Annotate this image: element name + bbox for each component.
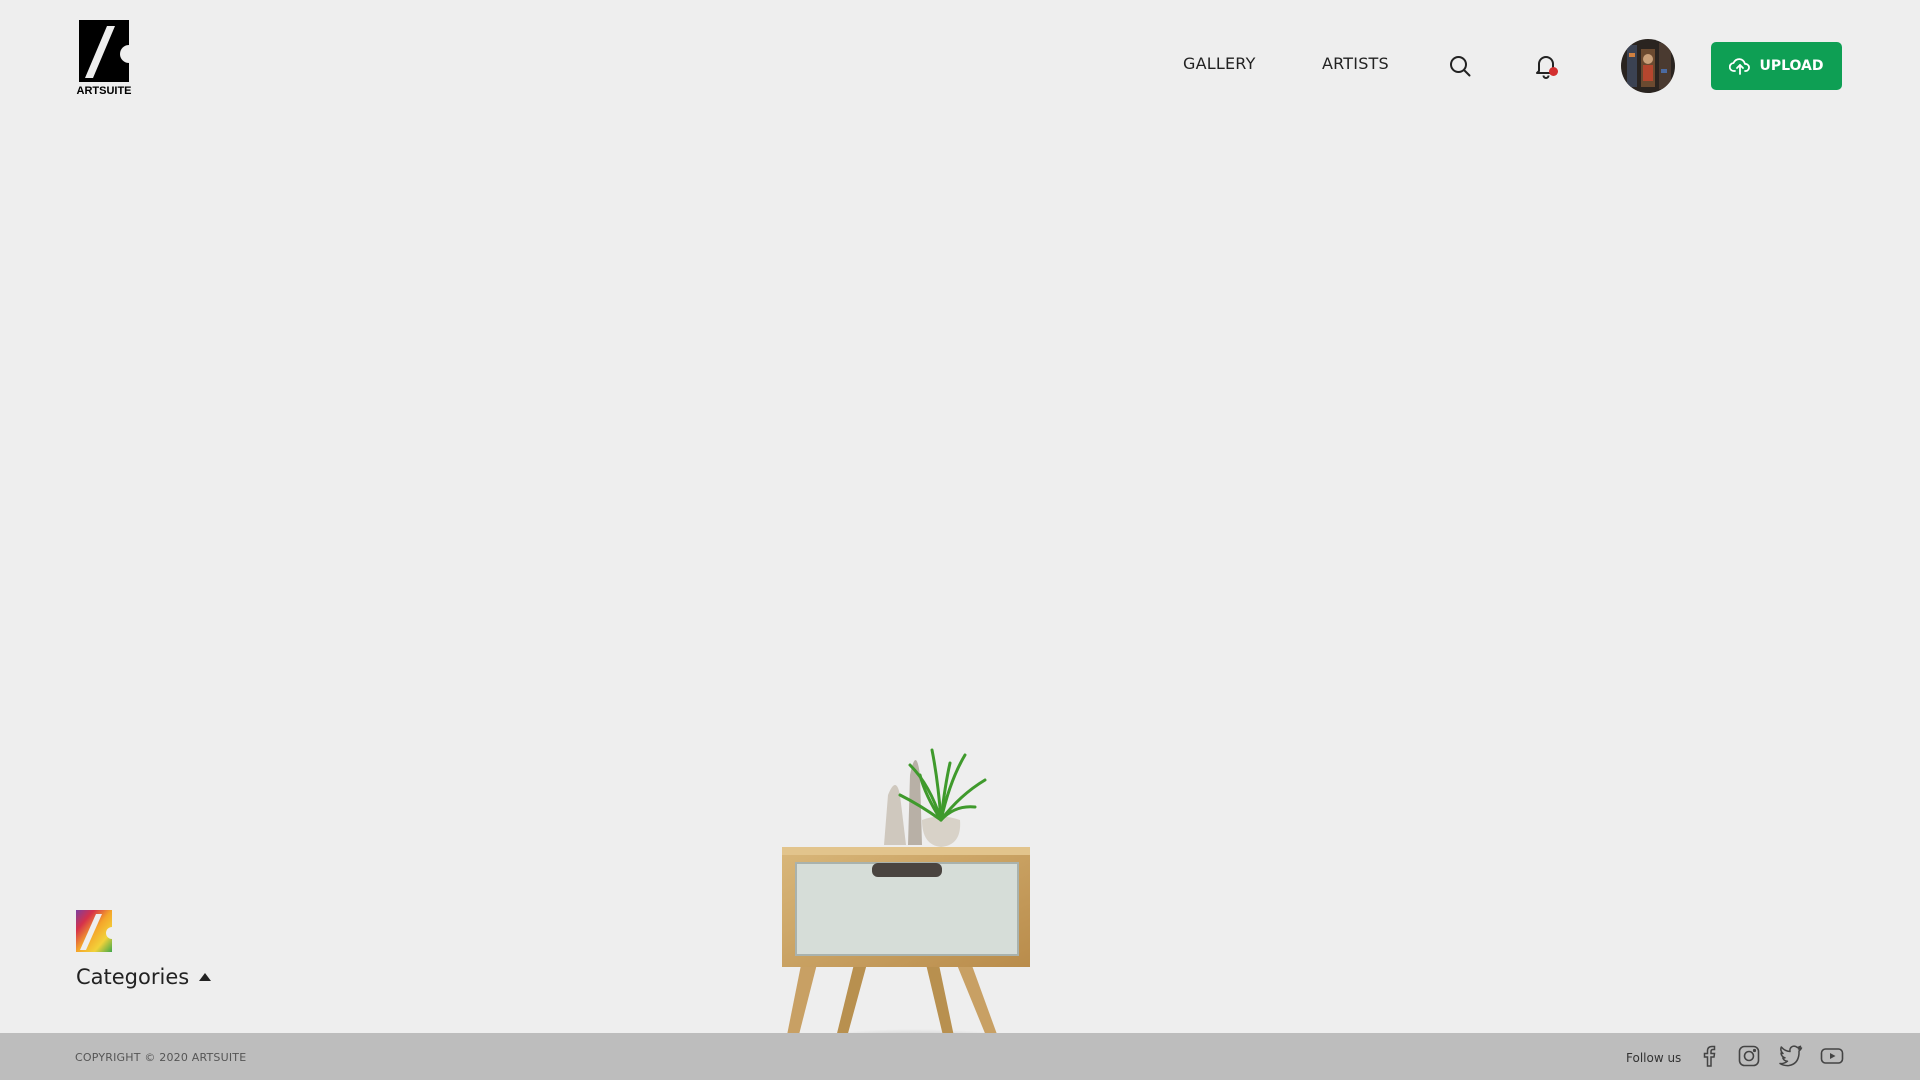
facebook-icon[interactable] bbox=[1702, 1045, 1716, 1071]
cloud-upload-icon bbox=[1729, 58, 1751, 75]
upload-label: UPLOAD bbox=[1759, 58, 1824, 74]
user-avatar[interactable] bbox=[1621, 39, 1675, 93]
youtube-icon[interactable] bbox=[1820, 1045, 1844, 1071]
instagram-icon[interactable] bbox=[1738, 1045, 1760, 1071]
caret-up-icon bbox=[199, 973, 212, 981]
notification-badge bbox=[1549, 67, 1558, 76]
bell-icon[interactable] bbox=[1534, 53, 1558, 83]
artsuite-logo-icon bbox=[79, 20, 129, 82]
categories-toggle[interactable]: Categories bbox=[76, 965, 212, 989]
search-icon[interactable] bbox=[1449, 55, 1471, 81]
brand-name: ARTSUITE bbox=[76, 85, 132, 97]
nav-gallery[interactable]: GALLERY bbox=[1183, 54, 1256, 73]
brand-logo[interactable]: ARTSUITE bbox=[76, 20, 132, 97]
nav-artists[interactable]: ARTISTS bbox=[1322, 54, 1389, 73]
artsuite-color-logo-icon bbox=[76, 910, 112, 952]
copyright-text: COPYRIGHT © 2020 ARTSUITE bbox=[75, 1051, 247, 1064]
categories-label: Categories bbox=[76, 965, 190, 989]
upload-button[interactable]: UPLOAD bbox=[1711, 42, 1842, 90]
side-table-illustration bbox=[765, 748, 1065, 1077]
follow-us-label: Follow us bbox=[1626, 1051, 1682, 1065]
twitter-icon[interactable] bbox=[1779, 1045, 1803, 1071]
